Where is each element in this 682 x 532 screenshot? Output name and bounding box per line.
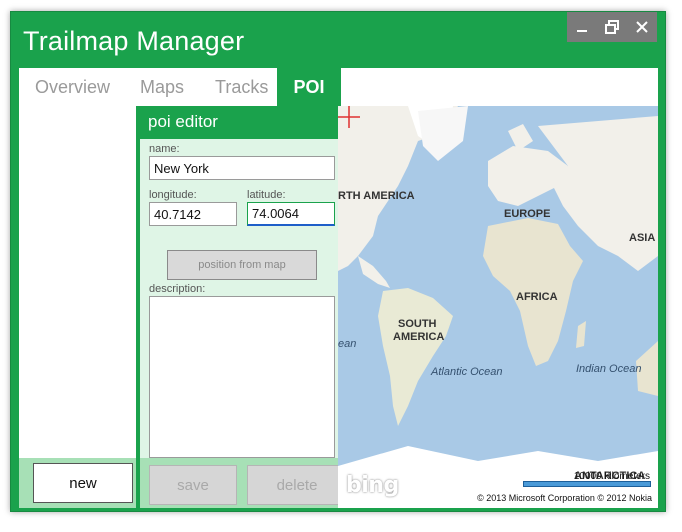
editor-toolbar: save delete (140, 458, 347, 508)
name-field[interactable] (149, 156, 335, 180)
latitude-field[interactable] (247, 202, 335, 226)
minimize-icon (577, 30, 587, 32)
tab-tracks[interactable]: Tracks (215, 68, 268, 106)
latitude-label: latitude: (247, 189, 286, 201)
left-toolbar: new (19, 458, 136, 508)
label-atlantic-ocean: Atlantic Ocean (431, 366, 503, 378)
label-europe: EUROPE (504, 208, 551, 220)
label-africa: AFRICA (516, 291, 558, 303)
poi-editor: poi editor name: longitude: latitude: po… (140, 106, 347, 508)
main-content: Overview Maps Tracks POI new poi editor … (19, 68, 658, 508)
close-icon (636, 21, 648, 33)
position-from-map-button[interactable]: position from map (167, 250, 317, 280)
close-button[interactable] (627, 12, 657, 42)
crosshair-icon (338, 106, 360, 128)
label-south-america-1: SOUTH (398, 318, 437, 330)
tab-bar: Overview Maps Tracks POI (19, 68, 658, 106)
world-map-graphic (338, 106, 658, 508)
save-button[interactable]: save (149, 465, 237, 505)
label-asia: ASIA (629, 232, 656, 244)
window-controls (567, 12, 657, 42)
map-scale-bar (523, 481, 651, 487)
label-north-america: RTH AMERICA (338, 190, 415, 202)
map-copyright: © 2013 Microsoft Corporation © 2012 Noki… (477, 493, 652, 503)
name-label: name: (149, 143, 180, 155)
description-label: description: (149, 283, 206, 295)
app-window: Trailmap Manager Overview Maps Tracks PO… (10, 11, 666, 512)
longitude-field[interactable] (149, 202, 237, 226)
tab-poi[interactable]: POI (277, 68, 341, 106)
poi-list[interactable] (19, 106, 136, 458)
maximize-button[interactable] (597, 12, 627, 42)
label-indian-ocean: Indian Ocean (576, 363, 642, 375)
new-button[interactable]: new (33, 463, 133, 503)
description-field[interactable] (149, 296, 335, 458)
bing-logo: bing (346, 473, 399, 498)
restore-icon (605, 20, 619, 34)
poi-editor-header: poi editor (140, 106, 338, 139)
app-title: Trailmap Manager (23, 26, 245, 56)
map-view[interactable]: RTH AMERICA EUROPE ASIA AFRICA SOUTH AME… (338, 106, 658, 508)
longitude-label: longitude: (149, 189, 197, 201)
minimize-button[interactable] (567, 12, 597, 42)
tab-overview[interactable]: Overview (35, 68, 110, 106)
label-pacific-ocean: ean (338, 338, 357, 350)
delete-button[interactable]: delete (247, 465, 347, 505)
label-south-america-2: AMERICA (393, 331, 445, 343)
tab-maps[interactable]: Maps (140, 68, 184, 106)
